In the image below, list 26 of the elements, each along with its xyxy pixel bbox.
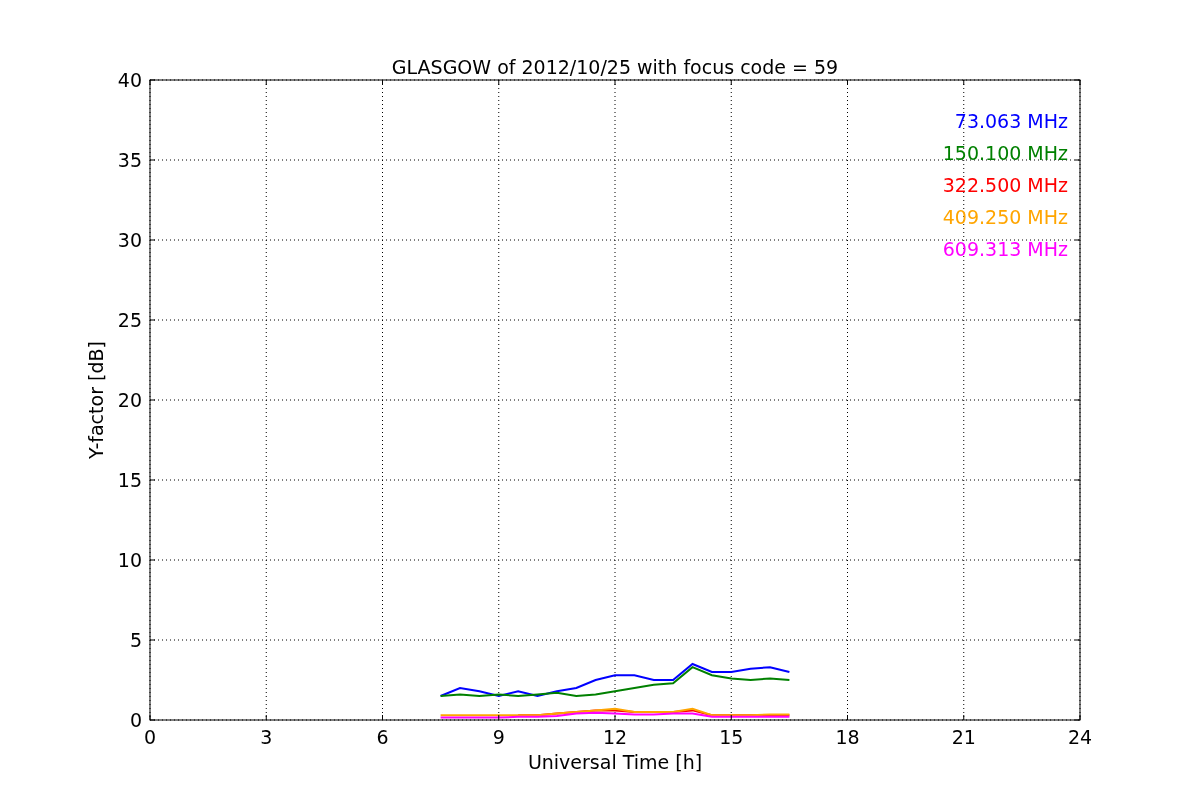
x-tick-label: 6 [376, 726, 389, 748]
y-tick-label: 25 [117, 309, 142, 331]
y-tick-label: 0 [129, 709, 142, 731]
chart-title: GLASGOW of 2012/10/25 with focus code = 59 [391, 56, 839, 78]
x-tick-label: 9 [492, 726, 505, 748]
legend-label: 322.500 MHz [942, 174, 1068, 196]
legend-label: 73.063 MHz [954, 110, 1068, 132]
y-tick-label: 5 [129, 629, 142, 651]
y-tick-label: 10 [117, 549, 142, 571]
legend-label: 609.313 MHz [942, 238, 1068, 260]
x-tick-label: 12 [602, 726, 628, 748]
x-tick-label: 0 [143, 726, 157, 748]
y-tick-label: 20 [117, 389, 142, 411]
y-tick-label: 15 [117, 469, 142, 491]
legend-label: 409.250 MHz [942, 206, 1068, 228]
y-tick-label: 35 [117, 149, 142, 171]
x-tick-label: 24 [1067, 726, 1093, 748]
y-tick-label: 40 [117, 69, 142, 91]
y-tick-label: 30 [117, 229, 142, 251]
legend-label: 150.100 MHz [942, 142, 1068, 164]
x-tick-label: 21 [951, 726, 976, 748]
y-axis-label: Y-factor [dB] [85, 341, 107, 459]
x-tick-label: 3 [260, 726, 273, 748]
x-axis-label: Universal Time [h] [527, 751, 703, 773]
x-tick-label: 15 [719, 726, 744, 748]
x-tick-label: 18 [835, 726, 860, 748]
